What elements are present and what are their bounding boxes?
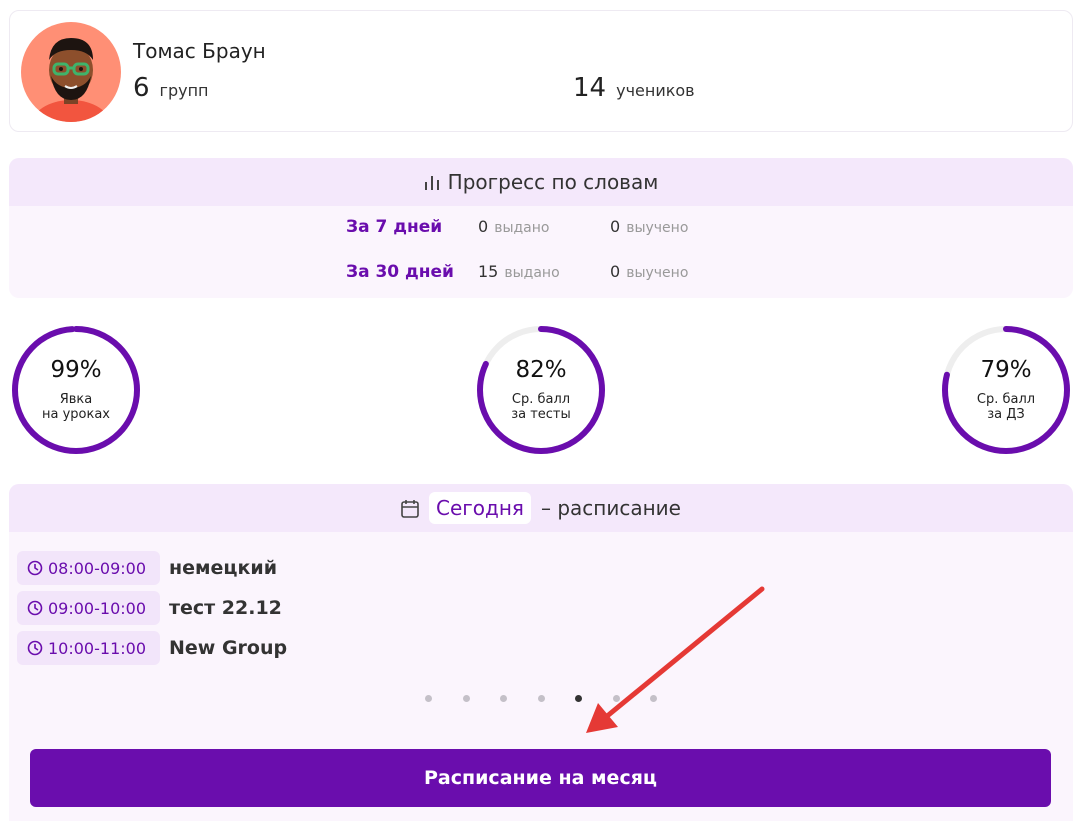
learned-cell: 0 выучено <box>610 217 688 236</box>
progress-row-30-days: За 30 дней 15 выдано 0 выучено <box>9 262 1073 292</box>
students-label: учеников <box>616 81 695 100</box>
ring-caption: Явка на уроках <box>11 392 141 422</box>
pagination-dot[interactable] <box>612 695 620 702</box>
learned-label: выучено <box>626 220 689 236</box>
clock-icon <box>27 600 43 616</box>
lesson-time-text: 08:00-09:00 <box>48 558 146 578</box>
students-stat: 14 учеников <box>573 73 695 103</box>
progress-row-7-days: За 7 дней 0 выдано 0 выучено <box>9 217 1073 247</box>
pagination-dot[interactable] <box>650 695 657 702</box>
today-button[interactable]: Сегодня <box>429 492 531 524</box>
calendar-icon <box>401 499 419 518</box>
issued-count: 15 <box>478 262 499 281</box>
groups-stat: 6 групп <box>133 73 209 103</box>
lesson-item[interactable]: 08:00-09:00 немецкий <box>17 551 277 585</box>
schedule-panel: Сегодня – расписание 08:00-09:00 немецки… <box>9 484 1073 821</box>
lesson-item[interactable]: 09:00-10:00 тест 22.12 <box>17 591 282 625</box>
profile-card: Томас Браун 6 групп 14 учеников <box>9 10 1073 132</box>
issued-cell: 0 выдано <box>478 217 549 236</box>
word-progress-title: Прогресс по словам <box>447 170 659 194</box>
test-score-ring: 82% Ср. балл за тесты <box>476 325 606 455</box>
ring-caption: Ср. балл за тесты <box>476 392 606 422</box>
avatar-illustration <box>31 38 111 122</box>
clock-icon <box>27 560 43 576</box>
schedule-title: – расписание <box>540 496 681 520</box>
word-progress-panel: Прогресс по словам За 7 дней 0 выдано 0 вы… <box>9 158 1073 298</box>
period-label[interactable]: За 7 дней <box>346 217 442 237</box>
progress-ring <box>12 326 140 454</box>
ring-caption-line: Ср. балл <box>976 392 1036 407</box>
lesson-time-text: 09:00-10:00 <box>48 598 146 618</box>
clock-icon <box>27 640 43 656</box>
schedule-header: Сегодня – расписание <box>9 484 1073 532</box>
pagination-dots <box>9 695 1073 705</box>
ring-caption-line: Ср. балл <box>511 392 571 407</box>
homework-score-ring: 79% Ср. балл за ДЗ <box>941 325 1071 455</box>
ring-caption-line: за тесты <box>511 407 571 422</box>
issued-label: выдано <box>494 220 550 236</box>
groups-count: 6 <box>133 73 150 103</box>
progress-ring <box>942 326 1070 454</box>
lesson-name: немецкий <box>169 557 278 579</box>
lesson-time: 10:00-11:00 <box>17 631 160 665</box>
lesson-time: 08:00-09:00 <box>17 551 160 585</box>
ring-caption: Ср. балл за ДЗ <box>941 392 1071 422</box>
lesson-time: 09:00-10:00 <box>17 591 160 625</box>
bar-chart-icon <box>424 173 440 191</box>
lesson-item[interactable]: 10:00-11:00 New Group <box>17 631 287 665</box>
groups-label: групп <box>159 81 209 100</box>
learned-count: 0 <box>610 217 621 236</box>
pagination-dot[interactable] <box>537 695 545 702</box>
pagination-dot[interactable] <box>575 695 582 702</box>
learned-cell: 0 выучено <box>610 262 688 281</box>
progress-ring <box>477 326 605 454</box>
ring-percent: 99% <box>50 357 102 383</box>
avatar[interactable] <box>21 22 121 122</box>
ring-percent: 79% <box>980 357 1032 383</box>
pagination-dot[interactable] <box>500 695 507 702</box>
students-count: 14 <box>573 73 607 103</box>
ring-caption-line: за ДЗ <box>987 407 1025 422</box>
lesson-time-text: 10:00-11:00 <box>48 638 146 658</box>
learned-count: 0 <box>610 262 621 281</box>
issued-cell: 15 выдано <box>478 262 560 281</box>
ring-percent: 82% <box>515 357 567 383</box>
pagination-dot[interactable] <box>462 695 470 702</box>
ring-caption-line: Явка <box>59 392 93 407</box>
word-progress-header: Прогресс по словам <box>9 158 1073 206</box>
monthly-schedule-button[interactable]: Расписание на месяц <box>30 749 1051 807</box>
lesson-name: New Group <box>169 637 288 659</box>
learned-label: выучено <box>626 265 689 281</box>
ring-caption-line: на уроках <box>41 407 110 422</box>
issued-label: выдано <box>504 265 560 281</box>
period-label[interactable]: За 30 дней <box>346 262 454 282</box>
lesson-name: тест 22.12 <box>169 597 282 619</box>
attendance-ring: 99% Явка на уроках <box>11 325 141 455</box>
issued-count: 0 <box>478 217 489 236</box>
teacher-name: Томас Браун <box>133 39 266 63</box>
pagination-dot[interactable] <box>425 695 432 702</box>
